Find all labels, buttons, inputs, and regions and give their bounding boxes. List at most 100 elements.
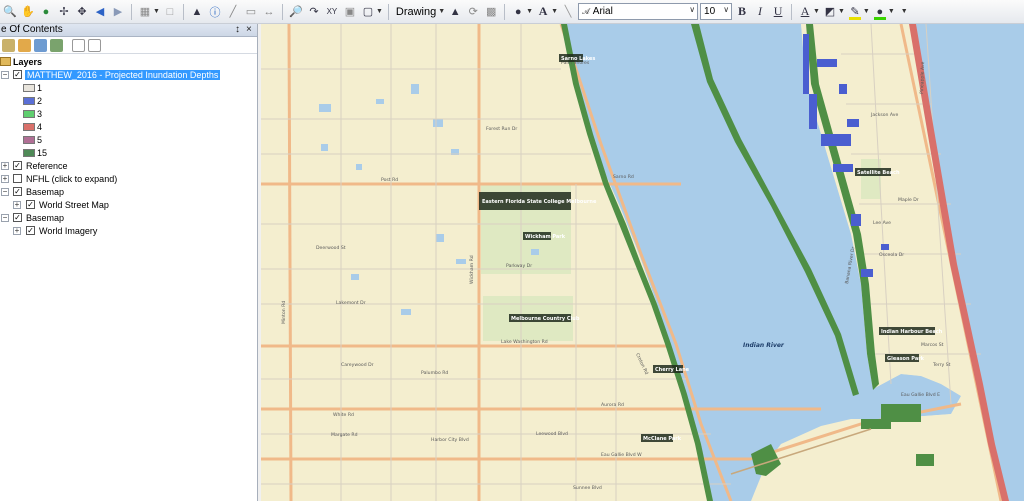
forward-extent-icon[interactable]: ▶ <box>110 4 126 20</box>
layer-matthew-2016[interactable]: − ✓ MATTHEW_2016 - Projected Inundation … <box>0 68 258 81</box>
street-label: Leewood Blvd <box>536 431 568 437</box>
underline-button[interactable]: U <box>770 4 786 20</box>
layer-label[interactable]: World Street Map <box>39 200 109 210</box>
legend-swatch <box>23 149 35 157</box>
layer-nfhl[interactable]: + NFHL (click to expand) <box>0 172 258 185</box>
zoom-to-selected-icon[interactable]: ▩ <box>483 4 499 20</box>
layer-label[interactable]: NFHL (click to expand) <box>26 174 117 184</box>
go-to-xy-icon[interactable]: XY <box>324 4 340 20</box>
measure-icon[interactable]: ↔ <box>261 4 277 20</box>
chevron-down-icon[interactable]: ▼ <box>813 8 820 15</box>
layer-visibility-checkbox[interactable] <box>13 174 22 183</box>
edit-vertices-icon[interactable]: ╲ <box>560 4 576 20</box>
line-color-icon[interactable]: ✎ <box>847 4 863 20</box>
toc-menu-icon[interactable] <box>88 38 101 52</box>
chevron-down-icon[interactable]: ▼ <box>888 8 895 15</box>
time-slider-icon[interactable]: ▣ <box>342 4 358 20</box>
new-text-icon[interactable]: A <box>535 4 551 20</box>
list-by-source-icon[interactable] <box>18 38 31 52</box>
chevron-down-icon[interactable]: ▼ <box>376 8 383 15</box>
collapse-icon[interactable]: − <box>1 71 9 79</box>
toc-options-icon[interactable] <box>72 38 85 52</box>
hyperlink-icon[interactable]: ╱ <box>225 4 241 20</box>
chevron-down-icon[interactable]: ▼ <box>863 8 870 15</box>
legend-swatch <box>23 97 35 105</box>
poi-label: Melbourne Country Club <box>511 316 580 322</box>
html-popup-icon[interactable]: ▭ <box>243 4 259 20</box>
layer-label[interactable]: MATTHEW_2016 - Projected Inundation Dept… <box>25 69 221 80</box>
street-label: Harbor City Blvd <box>431 437 469 443</box>
list-by-selection-icon[interactable] <box>50 38 63 52</box>
font-color-button[interactable]: A <box>797 4 813 20</box>
layer-basemap-street[interactable]: − ✓ Basemap <box>0 185 258 198</box>
collapse-icon[interactable]: − <box>1 214 9 222</box>
font-size-select[interactable]: 10 ∨ <box>700 3 733 20</box>
street-label: Sunnee Blvd <box>573 485 602 491</box>
rotate-icon[interactable]: ⟳ <box>465 4 481 20</box>
full-extent-globe-icon[interactable]: ● <box>38 4 54 20</box>
bold-button[interactable]: B <box>734 4 750 20</box>
fixed-zoom-out-icon[interactable]: ✥ <box>74 4 90 20</box>
fixed-zoom-in-icon[interactable]: ✢ <box>56 4 72 20</box>
street-label: Pineapple Ave <box>919 61 926 94</box>
italic-button[interactable]: I <box>752 4 768 20</box>
pin-icon[interactable]: ↕ <box>235 24 240 36</box>
layer-basemap-imagery[interactable]: − ✓ Basemap <box>0 211 258 224</box>
chevron-down-icon: ∨ <box>689 5 696 14</box>
list-by-drawing-order-icon[interactable] <box>2 38 15 52</box>
collapse-icon[interactable]: − <box>1 188 9 196</box>
layer-visibility-checkbox[interactable]: ✓ <box>26 200 35 209</box>
chevron-down-icon[interactable]: ▼ <box>551 8 558 15</box>
expand-icon[interactable]: + <box>1 162 9 170</box>
expand-icon[interactable]: + <box>13 201 21 209</box>
chevron-down-icon[interactable]: ▼ <box>838 8 845 15</box>
point-marker-icon[interactable]: ● <box>510 4 526 20</box>
drawing-menu[interactable]: Drawing <box>394 6 438 18</box>
layer-label[interactable]: Basemap <box>26 213 64 223</box>
layer-visibility-checkbox[interactable]: ✓ <box>13 187 22 196</box>
toolbar-separator <box>131 3 132 20</box>
chevron-down-icon[interactable]: ▼ <box>438 8 445 15</box>
street-label: Wickham Rd <box>469 255 475 284</box>
map-view[interactable]: Palm Shores Sarno Rd Post Rd Parkway Dr … <box>261 24 1024 501</box>
close-icon[interactable]: × <box>246 24 252 36</box>
layer-label[interactable]: World Imagery <box>39 226 97 236</box>
find-binoculars-icon[interactable]: 🔎 <box>288 4 304 20</box>
find-route-icon[interactable]: ↷ <box>306 4 322 20</box>
layer-visibility-checkbox[interactable]: ✓ <box>13 70 22 79</box>
identify-icon[interactable]: ⓘ <box>207 4 223 20</box>
list-by-visibility-icon[interactable] <box>34 38 47 52</box>
layers-root[interactable]: Layers <box>0 55 258 68</box>
marker-color-swatch <box>873 16 886 20</box>
toolbar-overflow-icon[interactable]: ▼ <box>901 8 908 15</box>
expand-icon[interactable]: + <box>1 175 9 183</box>
layer-label[interactable]: Reference <box>26 161 68 171</box>
font-name-select[interactable]: 𝓐 Arial ∨ <box>578 3 699 20</box>
select-features-icon[interactable]: ▦ <box>137 4 153 20</box>
chevron-down-icon[interactable]: ▼ <box>526 8 533 15</box>
layer-world-imagery[interactable]: + ✓ World Imagery <box>0 224 258 237</box>
layer-label[interactable]: Basemap <box>26 187 64 197</box>
main-toolbar: 🔍 ✋ ● ✢ ✥ ◀ ▶ ▦ ▼ □ ▲ ⓘ ╱ ▭ ↔ 🔎 ↷ XY ▣ ▢… <box>0 0 1024 24</box>
zoom-out-icon[interactable]: 🔍 <box>2 4 18 20</box>
map-canvas[interactable]: Palm Shores Sarno Rd Post Rd Parkway Dr … <box>261 24 1024 501</box>
table-of-contents-panel: e Of Contents ↕ × Layers − ✓ MATTHEW_201… <box>0 24 258 501</box>
layer-visibility-checkbox[interactable]: ✓ <box>26 226 35 235</box>
expand-icon[interactable]: + <box>13 227 21 235</box>
chevron-down-icon[interactable]: ▼ <box>153 8 160 15</box>
create-viewer-window-icon[interactable]: ▢ <box>360 4 376 20</box>
layer-visibility-checkbox[interactable]: ✓ <box>13 213 22 222</box>
select-elements-icon[interactable]: ▲ <box>447 4 463 20</box>
clear-selection-icon[interactable]: □ <box>162 4 178 20</box>
toolbar-separator <box>387 3 389 20</box>
back-extent-icon[interactable]: ◀ <box>92 4 108 20</box>
fill-color-icon[interactable]: ◩ <box>822 4 838 20</box>
toolbar-separator <box>504 3 506 20</box>
layer-visibility-checkbox[interactable]: ✓ <box>13 161 22 170</box>
layer-world-street-map[interactable]: + ✓ World Street Map <box>0 198 258 211</box>
select-elements-arrow-icon[interactable]: ▲ <box>189 4 205 20</box>
marker-color-icon[interactable]: ● <box>872 4 888 20</box>
layer-reference[interactable]: + ✓ Reference <box>0 159 258 172</box>
pan-hand-icon[interactable]: ✋ <box>20 4 36 20</box>
legend-row: 2 <box>0 94 258 107</box>
